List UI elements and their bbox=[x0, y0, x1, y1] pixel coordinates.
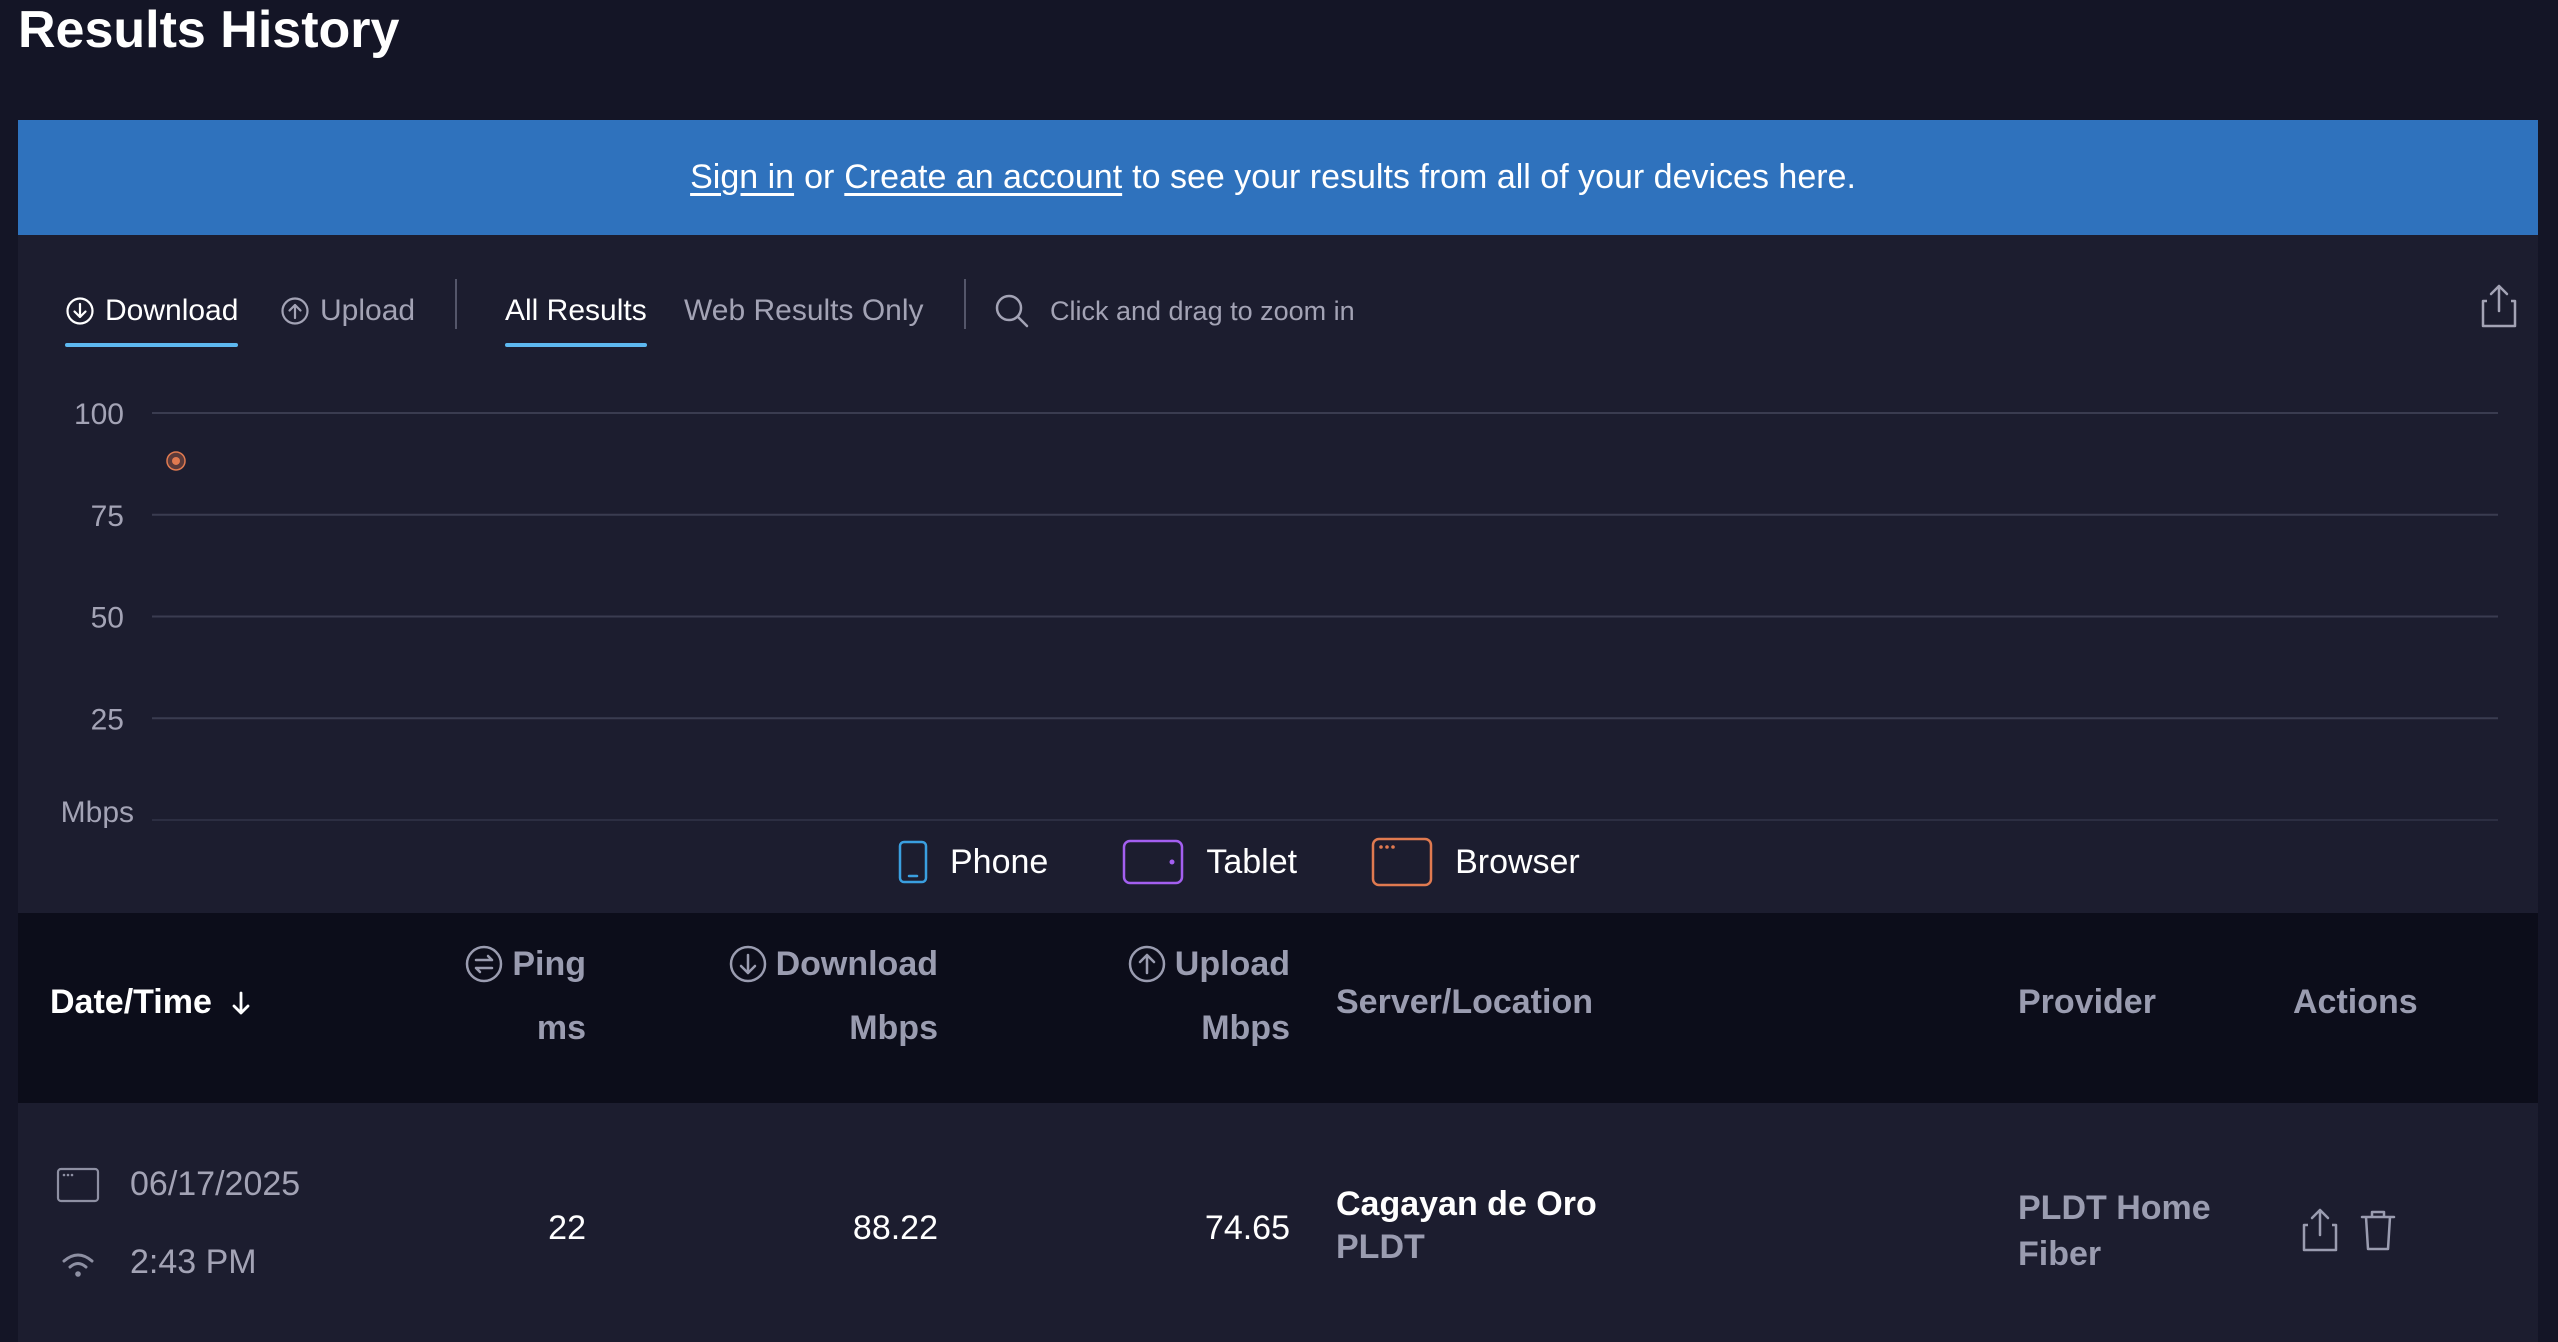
browser-icon bbox=[1371, 837, 1433, 887]
header-actions: Actions bbox=[2293, 983, 2418, 1021]
chart-panel: Download Upload All Results Web Results … bbox=[18, 235, 2538, 913]
results-table-header: Date/Time Ping ms Download Mbps Upload M… bbox=[18, 913, 2538, 1103]
header-server: Server/Location bbox=[1336, 983, 1593, 1021]
row-date: 06/17/2025 bbox=[56, 1165, 300, 1204]
banner-message: to see your results from all of your dev… bbox=[1132, 158, 1856, 196]
phone-icon bbox=[898, 840, 928, 884]
upload-arrow-icon bbox=[281, 297, 309, 325]
download-arrow-icon bbox=[66, 297, 94, 325]
legend-phone-label: Phone bbox=[950, 842, 1049, 881]
legend-tablet-label: Tablet bbox=[1206, 842, 1298, 881]
tab-download-label: Download bbox=[105, 294, 239, 327]
page-title: Results History bbox=[18, 1, 400, 59]
header-download-label: Download bbox=[775, 944, 938, 983]
y-axis-label: Mbps bbox=[61, 796, 134, 829]
header-upload-unit: Mbps bbox=[1201, 1009, 1290, 1047]
legend-browser-label: Browser bbox=[1455, 842, 1580, 881]
header-ping-label: Ping bbox=[512, 944, 586, 983]
tab-upload[interactable]: Upload bbox=[280, 283, 415, 339]
data-point[interactable] bbox=[166, 451, 186, 471]
sort-descending-icon bbox=[232, 991, 250, 1014]
upload-arrow-icon bbox=[1128, 945, 1166, 983]
row-download-value: 88.22 bbox=[852, 1209, 938, 1247]
tab-upload-label: Upload bbox=[320, 294, 416, 327]
chart-toolbar: Download Upload All Results Web Results … bbox=[18, 235, 2538, 355]
legend-item-phone: Phone bbox=[898, 840, 1048, 884]
header-upload[interactable]: Upload Mbps bbox=[1098, 939, 1290, 1053]
share-icon[interactable] bbox=[2478, 283, 2520, 329]
zoom-hint-text: Click and drag to zoom in bbox=[1050, 295, 1355, 326]
row-ping-value: 22 bbox=[548, 1209, 586, 1247]
share-result-icon[interactable] bbox=[2300, 1207, 2340, 1253]
y-tick-label: 100 bbox=[74, 398, 124, 431]
zoom-hint: Click and drag to zoom in bbox=[992, 285, 1355, 337]
download-arrow-icon bbox=[729, 945, 766, 983]
tab-download[interactable]: Download bbox=[65, 283, 239, 347]
y-tick-label: 25 bbox=[91, 703, 124, 736]
header-download[interactable]: Download Mbps bbox=[698, 939, 938, 1053]
toolbar-divider bbox=[455, 279, 457, 329]
chart-svg: 100755025MbpsJun 2025Jun 2025 bbox=[61, 398, 2498, 829]
server-location: Cagayan de Oro bbox=[1336, 1185, 1597, 1223]
chart-legend: Phone Tablet Browser bbox=[898, 836, 1654, 888]
provider-line-2: Fiber bbox=[2018, 1235, 2102, 1273]
search-icon bbox=[995, 294, 1029, 328]
row-upload-value: 74.65 bbox=[1204, 1209, 1290, 1247]
row-server: Cagayan de Oro PLDT bbox=[1336, 1185, 1597, 1267]
sign-in-banner: Sign in or Create an account to see your… bbox=[18, 120, 2538, 235]
row-provider: PLDT Home Fiber bbox=[2018, 1185, 2211, 1277]
delete-result-icon[interactable] bbox=[2358, 1207, 2398, 1253]
legend-item-browser: Browser bbox=[1371, 837, 1580, 887]
header-date-label: Date/Time bbox=[50, 983, 212, 1021]
tab-web-results-label: Web Results Only bbox=[684, 294, 924, 327]
create-account-link[interactable]: Create an account bbox=[844, 158, 1122, 197]
speed-chart[interactable]: 100755025MbpsJun 2025Jun 2025 Phone Tabl… bbox=[18, 355, 2538, 913]
browser-icon bbox=[56, 1167, 100, 1202]
toolbar-divider bbox=[964, 279, 966, 329]
ping-icon bbox=[466, 945, 503, 983]
results-history-page: Results History Sign in or Create an acc… bbox=[0, 0, 2558, 1342]
header-ping-unit: ms bbox=[536, 1009, 586, 1047]
header-provider: Provider bbox=[2018, 983, 2156, 1021]
row-date-text: 06/17/2025 bbox=[130, 1165, 301, 1203]
provider-line-1: PLDT Home bbox=[2018, 1189, 2211, 1227]
tablet-icon bbox=[1123, 839, 1184, 885]
tab-web-results-only[interactable]: Web Results Only bbox=[684, 283, 924, 339]
tab-all-results[interactable]: All Results bbox=[505, 283, 647, 347]
row-time-text: 2:43 PM bbox=[130, 1243, 257, 1281]
header-upload-label: Upload bbox=[1174, 944, 1290, 983]
banner-or-text: or bbox=[804, 158, 835, 196]
header-ping[interactable]: Ping ms bbox=[428, 939, 586, 1053]
row-time: 2:43 PM bbox=[56, 1243, 257, 1282]
wifi-icon bbox=[62, 1253, 94, 1277]
y-tick-label: 50 bbox=[91, 602, 124, 635]
y-tick-label: 75 bbox=[91, 500, 124, 533]
server-isp: PLDT bbox=[1336, 1228, 1425, 1266]
sign-in-link[interactable]: Sign in bbox=[690, 158, 794, 197]
sort-date-button[interactable]: Date/Time bbox=[50, 983, 256, 1022]
legend-item-tablet: Tablet bbox=[1122, 839, 1297, 885]
table-row[interactable]: 06/17/2025 2:43 PM 22 88.22 74.65 Cagaya… bbox=[18, 1103, 2538, 1342]
header-download-unit: Mbps bbox=[849, 1009, 938, 1047]
tab-all-results-label: All Results bbox=[505, 294, 647, 327]
